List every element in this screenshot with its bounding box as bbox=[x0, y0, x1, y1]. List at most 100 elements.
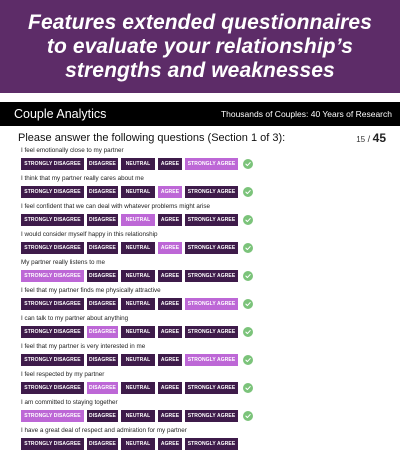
answer-options: STRONGLY DISAGREE DISAGREE NEUTRAL AGREE STR… bbox=[21, 323, 400, 341]
strongly-disagree-button[interactable]: STRONGLY DISAGREE bbox=[21, 297, 84, 311]
question-text: I feel respected by my partner bbox=[21, 371, 105, 378]
neutral-button[interactable]: NEUTRAL bbox=[121, 297, 155, 311]
section-instruction: Please answer the following questions (S… bbox=[18, 131, 286, 144]
agree-button[interactable]: AGREE bbox=[158, 269, 182, 283]
answer-options: STRONGLY DISAGREE DISAGREE NEUTRAL AGREE STR… bbox=[21, 379, 400, 397]
app-header: Couple Analytics Thousands of Couples: 4… bbox=[0, 102, 400, 126]
strongly-agree-button[interactable]: STRONGLY AGREE bbox=[185, 297, 238, 311]
answer-options: STRONGLY DISAGREE DISAGREE NEUTRAL AGREE STR… bbox=[21, 407, 400, 425]
agree-button[interactable]: AGREE bbox=[158, 437, 182, 450]
strongly-disagree-button[interactable]: STRONGLY DISAGREE bbox=[21, 353, 84, 367]
strongly-disagree-button[interactable]: STRONGLY DISAGREE bbox=[21, 381, 84, 395]
question-item: I feel emotionally close to my partner ST… bbox=[21, 146, 400, 173]
agree-button[interactable]: AGREE bbox=[158, 381, 182, 395]
answer-options: STRONGLY DISAGREE DISAGREE NEUTRAL AGREE STR… bbox=[21, 351, 400, 369]
strongly-disagree-button[interactable]: STRONGLY DISAGREE bbox=[21, 409, 84, 423]
neutral-button[interactable]: NEUTRAL bbox=[121, 353, 155, 367]
strongly-agree-button[interactable]: STRONGLY AGREE bbox=[185, 213, 238, 227]
disagree-button[interactable]: DISAGREE bbox=[87, 297, 118, 311]
question-text: I feel emotionally close to my partner bbox=[21, 147, 124, 154]
checkmark-icon bbox=[243, 411, 253, 421]
strongly-agree-button[interactable]: STRONGLY AGREE bbox=[185, 409, 238, 423]
agree-button[interactable]: AGREE bbox=[158, 157, 182, 171]
question-item: I feel confident that we can deal with w… bbox=[21, 202, 400, 229]
section-header: Please answer the following questions (S… bbox=[0, 126, 400, 145]
question-text: I think that my partner really cares abo… bbox=[21, 175, 144, 182]
agree-button[interactable]: AGREE bbox=[158, 409, 182, 423]
strongly-agree-button[interactable]: STRONGLY AGREE bbox=[185, 381, 238, 395]
progress-separator: / bbox=[365, 133, 373, 144]
strongly-agree-button[interactable]: STRONGLY AGREE bbox=[185, 269, 238, 283]
question-text: I feel that my partner is very intereste… bbox=[21, 343, 146, 350]
agree-button[interactable]: AGREE bbox=[158, 185, 182, 199]
agree-button[interactable]: AGREE bbox=[158, 353, 182, 367]
strongly-disagree-button[interactable]: STRONGLY DISAGREE bbox=[21, 213, 84, 227]
checkmark-icon bbox=[243, 383, 253, 393]
question-item: I have a great deal of respect and admir… bbox=[21, 426, 400, 450]
disagree-button[interactable]: DISAGREE bbox=[87, 325, 118, 339]
neutral-button[interactable]: NEUTRAL bbox=[121, 185, 155, 199]
progress-current: 15 bbox=[356, 134, 366, 144]
disagree-button[interactable]: DISAGREE bbox=[87, 185, 118, 199]
answer-options: STRONGLY DISAGREE DISAGREE NEUTRAL AGREE STR… bbox=[21, 435, 400, 450]
question-text: I can talk to my partner about anything bbox=[21, 315, 129, 322]
question-item: I feel that my partner finds me physical… bbox=[21, 286, 400, 313]
neutral-button[interactable]: NEUTRAL bbox=[121, 325, 155, 339]
strongly-agree-button[interactable]: STRONGLY AGREE bbox=[185, 185, 238, 199]
strongly-agree-button[interactable]: STRONGLY AGREE bbox=[185, 353, 238, 367]
question-item: I would consider myself happy in this re… bbox=[21, 230, 400, 257]
question-item: My partner really listens to me STRONGLY … bbox=[21, 258, 400, 285]
disagree-button[interactable]: DISAGREE bbox=[87, 353, 118, 367]
checkmark-icon bbox=[243, 271, 253, 281]
neutral-button[interactable]: NEUTRAL bbox=[121, 409, 155, 423]
question-item: I can talk to my partner about anything S… bbox=[21, 314, 400, 341]
strongly-agree-button[interactable]: STRONGLY AGREE bbox=[185, 241, 238, 255]
agree-button[interactable]: AGREE bbox=[158, 325, 182, 339]
checkmark-icon bbox=[243, 327, 253, 337]
checkmark-icon bbox=[243, 187, 253, 197]
disagree-button[interactable]: DISAGREE bbox=[87, 213, 118, 227]
checkmark-icon bbox=[243, 299, 253, 309]
app-title: Couple Analytics bbox=[14, 107, 107, 121]
neutral-button[interactable]: NEUTRAL bbox=[121, 213, 155, 227]
banner-line-1: Features extended questionnaires bbox=[28, 10, 372, 34]
neutral-button[interactable]: NEUTRAL bbox=[121, 241, 155, 255]
neutral-button[interactable]: NEUTRAL bbox=[121, 381, 155, 395]
strongly-agree-button[interactable]: STRONGLY AGREE bbox=[185, 157, 238, 171]
disagree-button[interactable]: DISAGREE bbox=[87, 381, 118, 395]
question-list: I feel emotionally close to my partner ST… bbox=[0, 146, 400, 450]
answer-options: STRONGLY DISAGREE DISAGREE NEUTRAL AGREE STR… bbox=[21, 267, 400, 285]
answer-options: STRONGLY DISAGREE DISAGREE NEUTRAL AGREE STR… bbox=[21, 239, 400, 257]
neutral-button[interactable]: NEUTRAL bbox=[121, 157, 155, 171]
question-text: I feel that my partner finds me physical… bbox=[21, 287, 161, 294]
disagree-button[interactable]: DISAGREE bbox=[87, 437, 118, 450]
banner-line-2: to evaluate your relationship’s bbox=[46, 34, 354, 58]
disagree-button[interactable]: DISAGREE bbox=[87, 157, 118, 171]
strongly-disagree-button[interactable]: STRONGLY DISAGREE bbox=[21, 437, 84, 450]
progress-total: 45 bbox=[372, 130, 386, 145]
app-tagline: Thousands of Couples: 40 Years of Resear… bbox=[220, 109, 392, 119]
checkmark-icon bbox=[243, 215, 253, 225]
neutral-button[interactable]: NEUTRAL bbox=[121, 269, 155, 283]
strongly-agree-button[interactable]: STRONGLY AGREE bbox=[185, 325, 238, 339]
strongly-disagree-button[interactable]: STRONGLY DISAGREE bbox=[21, 269, 84, 283]
strongly-disagree-button[interactable]: STRONGLY DISAGREE bbox=[21, 325, 84, 339]
banner-line-3: strengths and weaknesses bbox=[65, 58, 335, 82]
checkmark-icon bbox=[243, 243, 253, 253]
disagree-button[interactable]: DISAGREE bbox=[87, 269, 118, 283]
question-text: I have a great deal of respect and admir… bbox=[21, 427, 187, 434]
question-text: I would consider myself happy in this re… bbox=[21, 231, 158, 238]
strongly-disagree-button[interactable]: STRONGLY DISAGREE bbox=[21, 185, 84, 199]
agree-button[interactable]: AGREE bbox=[158, 297, 182, 311]
neutral-button[interactable]: NEUTRAL bbox=[121, 437, 155, 450]
question-progress: 15 / 45 bbox=[356, 131, 386, 145]
strongly-agree-button[interactable]: STRONGLY AGREE bbox=[185, 437, 238, 450]
strongly-disagree-button[interactable]: STRONGLY DISAGREE bbox=[21, 157, 84, 171]
question-item: I feel that my partner is very intereste… bbox=[21, 342, 400, 369]
agree-button[interactable]: AGREE bbox=[158, 241, 182, 255]
checkmark-icon bbox=[243, 159, 253, 169]
disagree-button[interactable]: DISAGREE bbox=[87, 409, 118, 423]
agree-button[interactable]: AGREE bbox=[158, 213, 182, 227]
strongly-disagree-button[interactable]: STRONGLY DISAGREE bbox=[21, 241, 84, 255]
disagree-button[interactable]: DISAGREE bbox=[87, 241, 118, 255]
